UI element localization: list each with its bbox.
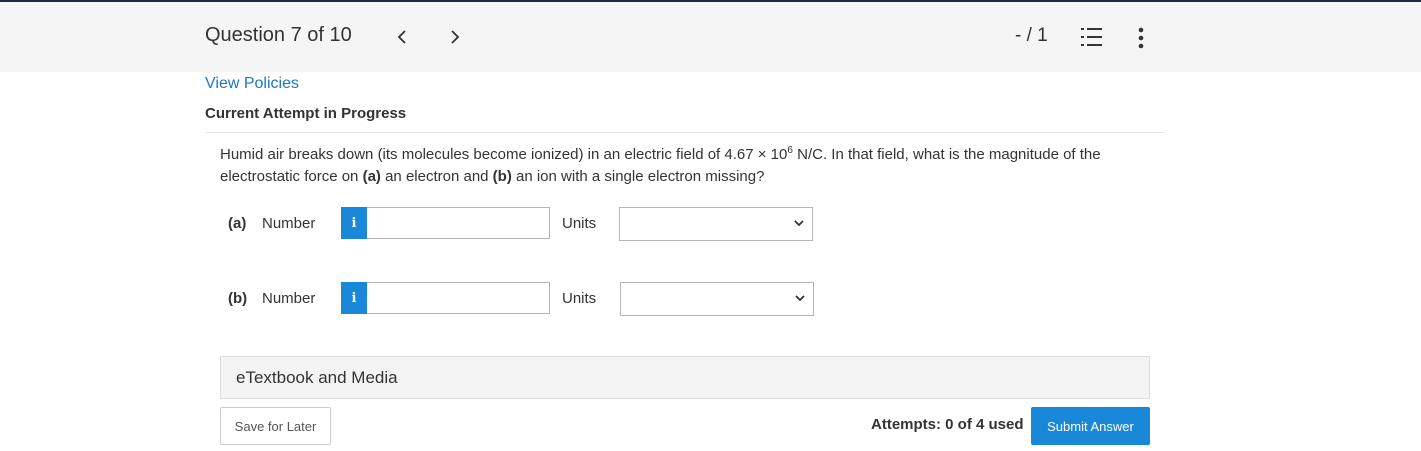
number-label: Number xyxy=(262,215,316,232)
number-input-b[interactable] xyxy=(367,282,550,314)
etextbook-media-toggle[interactable]: eTextbook and Media xyxy=(220,356,1150,399)
question-counter: Question 7 of 10 xyxy=(205,24,352,46)
etextbook-label: eTextbook and Media xyxy=(236,368,398,387)
question-text: Humid air breaks down (its molecules bec… xyxy=(220,145,1101,186)
chevron-right-icon xyxy=(451,30,460,44)
chevron-left-icon xyxy=(397,30,406,44)
next-question-button[interactable] xyxy=(443,22,467,52)
answer-row-b: (b) Number i Units xyxy=(220,281,920,316)
number-input-a[interactable] xyxy=(367,207,550,239)
question-panel: Question 7 of 10 - / 1 View Policies Cur… xyxy=(165,2,1165,451)
units-select-a[interactable] xyxy=(619,207,813,241)
units-select-b[interactable] xyxy=(620,282,814,316)
answer-row-a: (a) Number i Units xyxy=(220,206,920,241)
attempts-counter: Attempts: 0 of 4 used xyxy=(871,416,1024,433)
score-display: - / 1 xyxy=(1015,25,1048,46)
attempt-heading: Current Attempt in Progress xyxy=(205,105,407,122)
more-options-button[interactable] xyxy=(1131,26,1151,50)
part-label: (a) xyxy=(228,215,247,232)
part-label: (b) xyxy=(228,290,248,307)
units-label: Units xyxy=(562,215,597,232)
previous-question-button[interactable] xyxy=(390,22,414,52)
vertical-ellipsis-icon xyxy=(1138,27,1144,49)
info-icon: i xyxy=(351,290,357,306)
question-header: Question 7 of 10 - / 1 xyxy=(165,2,1165,72)
save-for-later-button[interactable]: Save for Later xyxy=(220,407,331,445)
info-button[interactable]: i xyxy=(341,282,367,314)
submit-answer-button[interactable]: Submit Answer xyxy=(1031,407,1150,445)
numbered-list-icon xyxy=(1081,28,1102,46)
number-label: Number xyxy=(262,290,316,307)
chevron-down-icon xyxy=(795,295,805,302)
chevron-down-icon xyxy=(794,220,804,227)
divider xyxy=(205,132,1165,133)
question-list-button[interactable] xyxy=(1081,26,1103,48)
info-icon: i xyxy=(351,215,357,231)
units-label: Units xyxy=(562,290,597,307)
view-policies-link[interactable]: View Policies xyxy=(205,75,299,93)
info-button[interactable]: i xyxy=(341,207,367,239)
